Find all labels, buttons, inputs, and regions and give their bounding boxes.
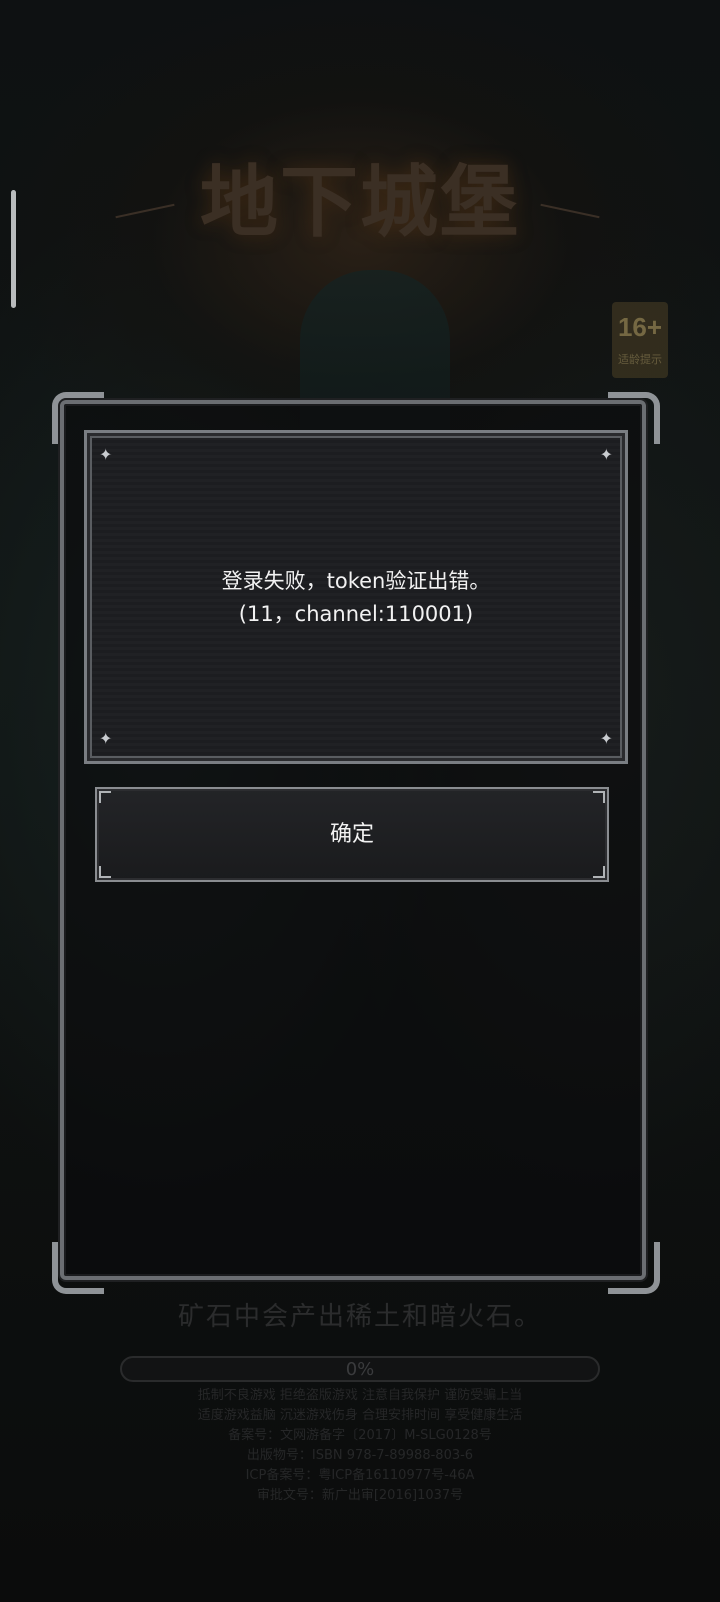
game-screen: 地下城堡 16+ 适龄提示 矿石中会产出稀土和暗火石。 0% 抵制不良游戏 拒绝… [0,0,720,1602]
notice-line: 备案号：文网游备字〔2017〕M-SLG0128号 [228,1428,492,1443]
frame-corner-ornament [608,1242,660,1294]
frame-corner-ornament [52,1242,104,1294]
loading-tip: 矿石中会产出稀土和暗火石。 [177,1302,542,1332]
sparkle-icon: ✦ [99,445,113,464]
sparkle-icon: ✦ [599,729,613,748]
age-rating-number: 16+ [617,312,663,342]
notice-line: 抵制不良游戏 拒绝盗版游戏 注意自我保护 谨防受骗上当 [197,1388,523,1403]
game-title-logo: 地下城堡 [199,157,520,248]
button-corner [99,791,111,803]
sparkle-icon: ✦ [99,729,113,748]
notice-line: 出版物号：ISBN 978-7-89988-803-6 [246,1448,474,1463]
loading-progress-bar: 0% [120,1356,600,1382]
button-corner [99,866,111,878]
error-message-line: 登录失败，token验证出错。 [221,569,491,593]
progress-label: 0% [345,1359,375,1380]
sparkle-icon: ✦ [599,445,613,464]
notice-line: ICP备案号：粤ICP备16110977号-46A [245,1468,475,1483]
age-rating-label: 适龄提示 [618,353,662,366]
button-corner [593,791,605,803]
button-corner [593,866,605,878]
scroll-indicator [11,190,16,308]
age-rating-badge: 16+ 适龄提示 [612,302,668,378]
notice-line: 适度游戏益脑 沉迷游戏伤身 合理安排时间 享受健康生活 [197,1408,523,1423]
notice-line: 审批文号：新广出审[2016]1037号 [256,1488,464,1503]
confirm-button-label: 确定 [329,822,374,847]
confirm-button[interactable]: 确定 [95,787,609,882]
error-message-detail: (11，channel:110001) [238,602,474,626]
message-panel: ✦ ✦ ✦ ✦ 登录失败，token验证出错。 (11，channel:1100… [84,430,628,764]
compliance-notice: 抵制不良游戏 拒绝盗版游戏 注意自我保护 谨防受骗上当 适度游戏益脑 沉迷游戏伤… [0,1386,720,1506]
error-message: 登录失败，token验证出错。 (11，channel:110001) [87,565,625,631]
